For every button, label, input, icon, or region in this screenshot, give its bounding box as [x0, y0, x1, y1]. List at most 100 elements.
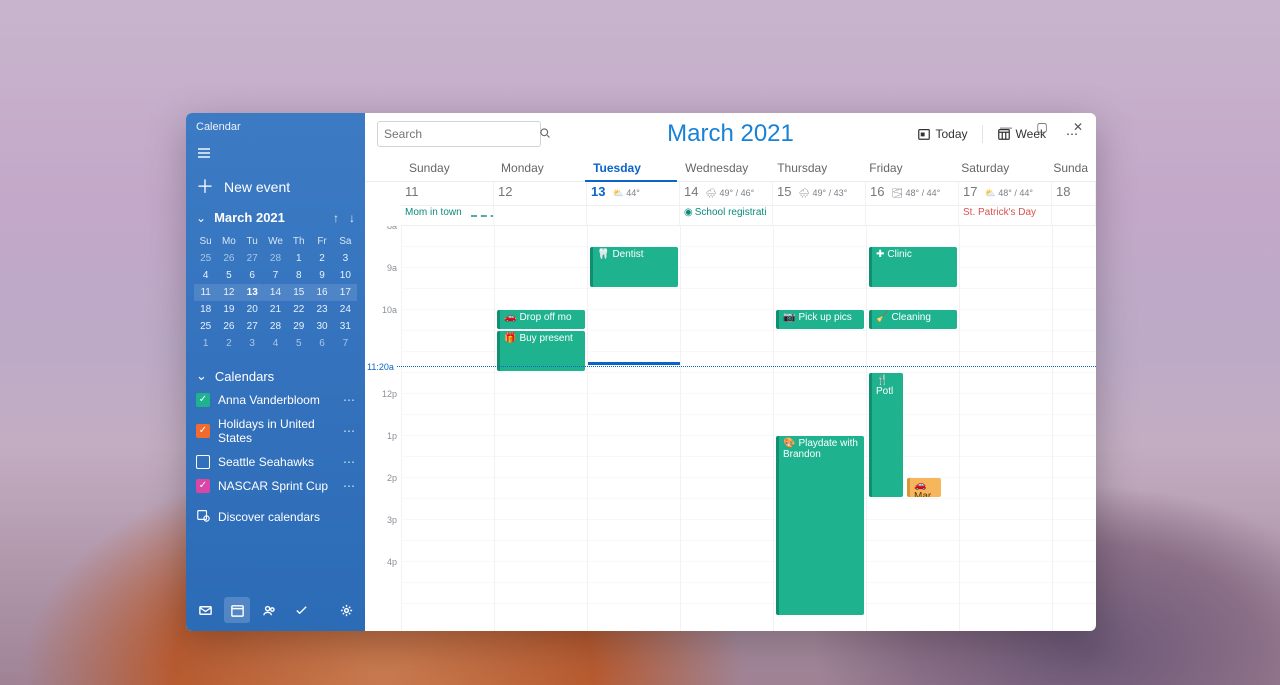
mini-cal-day[interactable]: 25 — [194, 318, 217, 335]
calendar-checkbox[interactable] — [196, 393, 210, 407]
calendar-name: Holidays in United States — [218, 417, 335, 445]
mini-cal-day[interactable]: 28 — [264, 250, 287, 267]
allday-event[interactable]: St. Patrick's Day — [963, 207, 1036, 218]
mini-cal-day[interactable]: 1 — [194, 335, 217, 352]
mini-cal-day[interactable]: 15 — [287, 284, 310, 301]
mini-cal-day[interactable]: 30 — [310, 318, 333, 335]
search-input[interactable] — [377, 121, 541, 147]
calendar-event[interactable]: ✚Clinic — [869, 247, 957, 287]
calendar-more-button[interactable]: ⋯ — [343, 424, 355, 438]
mini-cal-day[interactable]: 26 — [217, 250, 240, 267]
date-cell[interactable]: 14 🌧 49° / 46° — [680, 182, 773, 206]
allday-event[interactable]: ◉ School registrati — [684, 207, 766, 218]
date-cell[interactable]: 17 ⛅ 48° / 44° — [959, 182, 1052, 206]
time-grid[interactable]: 8a9a10a12p1p2p3p4p 🚗Drop off mo🎁Buy pres… — [365, 226, 1096, 631]
calendar-event[interactable]: 🎁Buy present — [497, 331, 585, 371]
hamburger-icon[interactable] — [186, 141, 365, 172]
mini-cal-day[interactable]: 26 — [217, 318, 240, 335]
date-row: 111213 ⛅ 44°14 🌧 49° / 46°15 🌧 49° / 43°… — [365, 182, 1096, 206]
mini-cal-day[interactable]: 24 — [334, 301, 357, 318]
discover-calendars-button[interactable]: Discover calendars — [186, 498, 365, 535]
mini-cal-day[interactable]: 13 — [241, 284, 264, 301]
mini-cal-day[interactable]: 3 — [241, 335, 264, 352]
mini-prev-button[interactable]: ↑ — [333, 211, 339, 225]
calendar-event[interactable]: 🍴Potl — [869, 373, 903, 497]
mini-cal-day[interactable]: 4 — [264, 335, 287, 352]
search-icon[interactable] — [539, 127, 551, 142]
calendar-checkbox[interactable] — [196, 479, 210, 493]
mini-cal-day[interactable]: 20 — [241, 301, 264, 318]
search-field[interactable] — [384, 127, 539, 141]
date-cell[interactable]: 13 ⛅ 44° — [587, 182, 680, 206]
mini-cal-day[interactable]: 21 — [264, 301, 287, 318]
date-cell[interactable]: 11 — [401, 182, 494, 206]
calendar-checkbox[interactable] — [196, 455, 210, 469]
calendar-event[interactable]: 🚗Mar — [907, 478, 941, 497]
mini-cal-day[interactable]: 14 — [264, 284, 287, 301]
calendars-header[interactable]: ⌄ Calendars — [186, 360, 365, 388]
mini-cal-day[interactable]: 25 — [194, 250, 217, 267]
mini-cal-day[interactable]: 11 — [194, 284, 217, 301]
calendar-event[interactable]: 🧹Cleaning — [869, 310, 957, 329]
minimize-button[interactable]: — — [988, 113, 1024, 141]
now-indicator: 11:20a — [365, 366, 1096, 367]
day-header: Saturday — [953, 153, 1045, 181]
maximize-button[interactable]: ▢ — [1024, 113, 1060, 141]
mini-cal-day[interactable]: 22 — [287, 301, 310, 318]
calendar-list-item[interactable]: Anna Vanderbloom ⋯ — [186, 388, 365, 412]
people-icon[interactable] — [256, 597, 282, 623]
mini-cal-day[interactable]: 3 — [334, 250, 357, 267]
new-event-button[interactable]: ＋ New event — [186, 172, 365, 206]
mini-cal-day[interactable]: 4 — [194, 267, 217, 284]
mini-cal-day[interactable]: 6 — [241, 267, 264, 284]
settings-icon[interactable] — [333, 597, 359, 623]
mini-cal-day[interactable]: 8 — [287, 267, 310, 284]
mini-cal-day[interactable]: 5 — [287, 335, 310, 352]
calendar-more-button[interactable]: ⋯ — [343, 393, 355, 407]
mini-cal-day[interactable]: 28 — [264, 318, 287, 335]
allday-event[interactable]: Mom in town — [401, 206, 494, 226]
mini-cal-day[interactable]: 2 — [310, 250, 333, 267]
calendar-more-button[interactable]: ⋯ — [343, 479, 355, 493]
mini-cal-day[interactable]: 9 — [310, 267, 333, 284]
calendar-event[interactable]: 🚗Drop off mo — [497, 310, 585, 329]
date-cell[interactable]: 16 🌫 48° / 44° — [866, 182, 959, 206]
calendar-list-item[interactable]: NASCAR Sprint Cup⋯ — [186, 474, 365, 498]
date-cell[interactable]: 15 🌧 49° / 43° — [773, 182, 866, 206]
mini-cal-day[interactable]: 7 — [264, 267, 287, 284]
mini-cal-day[interactable]: 29 — [287, 318, 310, 335]
mini-cal-day[interactable]: 12 — [217, 284, 240, 301]
mini-cal-day[interactable]: 1 — [287, 250, 310, 267]
date-cell[interactable]: 18 — [1052, 182, 1096, 206]
mail-icon[interactable] — [192, 597, 218, 623]
mini-cal-day[interactable]: 7 — [334, 335, 357, 352]
calendar-list-item[interactable]: Seattle Seahawks⋯ — [186, 450, 365, 474]
calendar-event[interactable]: 📷Pick up pics — [776, 310, 864, 329]
mini-cal-day[interactable]: 27 — [241, 250, 264, 267]
mini-cal-day[interactable]: 16 — [310, 284, 333, 301]
mini-cal-day[interactable]: 5 — [217, 267, 240, 284]
calendar-name: Anna Vanderbloom — [218, 393, 320, 407]
mini-cal-day[interactable]: 10 — [334, 267, 357, 284]
mini-cal-day[interactable]: 6 — [310, 335, 333, 352]
sidebar: Calendar ＋ New event ⌄ March 2021 ↑ ↓ Su… — [186, 113, 365, 631]
mini-cal-day[interactable]: 17 — [334, 284, 357, 301]
mini-cal-day[interactable]: 31 — [334, 318, 357, 335]
mini-cal-day[interactable]: 18 — [194, 301, 217, 318]
today-button[interactable]: Today — [911, 124, 974, 144]
calendar-event[interactable]: 🎨Playdate with Brandon — [776, 436, 864, 615]
mini-cal-day[interactable]: 27 — [241, 318, 264, 335]
chevron-down-icon[interactable]: ⌄ — [196, 211, 206, 225]
mini-cal-day[interactable]: 2 — [217, 335, 240, 352]
calendar-event[interactable]: 🦷Dentist — [590, 247, 678, 287]
calendar-list-item[interactable]: Holidays in United States ⋯ — [186, 412, 365, 450]
calendar-more-button[interactable]: ⋯ — [343, 455, 355, 469]
todo-icon[interactable] — [288, 597, 314, 623]
calendar-checkbox[interactable] — [196, 424, 210, 438]
mini-cal-day[interactable]: 19 — [217, 301, 240, 318]
close-button[interactable]: ✕ — [1060, 113, 1096, 141]
date-cell[interactable]: 12 — [494, 182, 587, 206]
mini-next-button[interactable]: ↓ — [349, 211, 355, 225]
mini-cal-day[interactable]: 23 — [310, 301, 333, 318]
calendar-icon[interactable] — [224, 597, 250, 623]
